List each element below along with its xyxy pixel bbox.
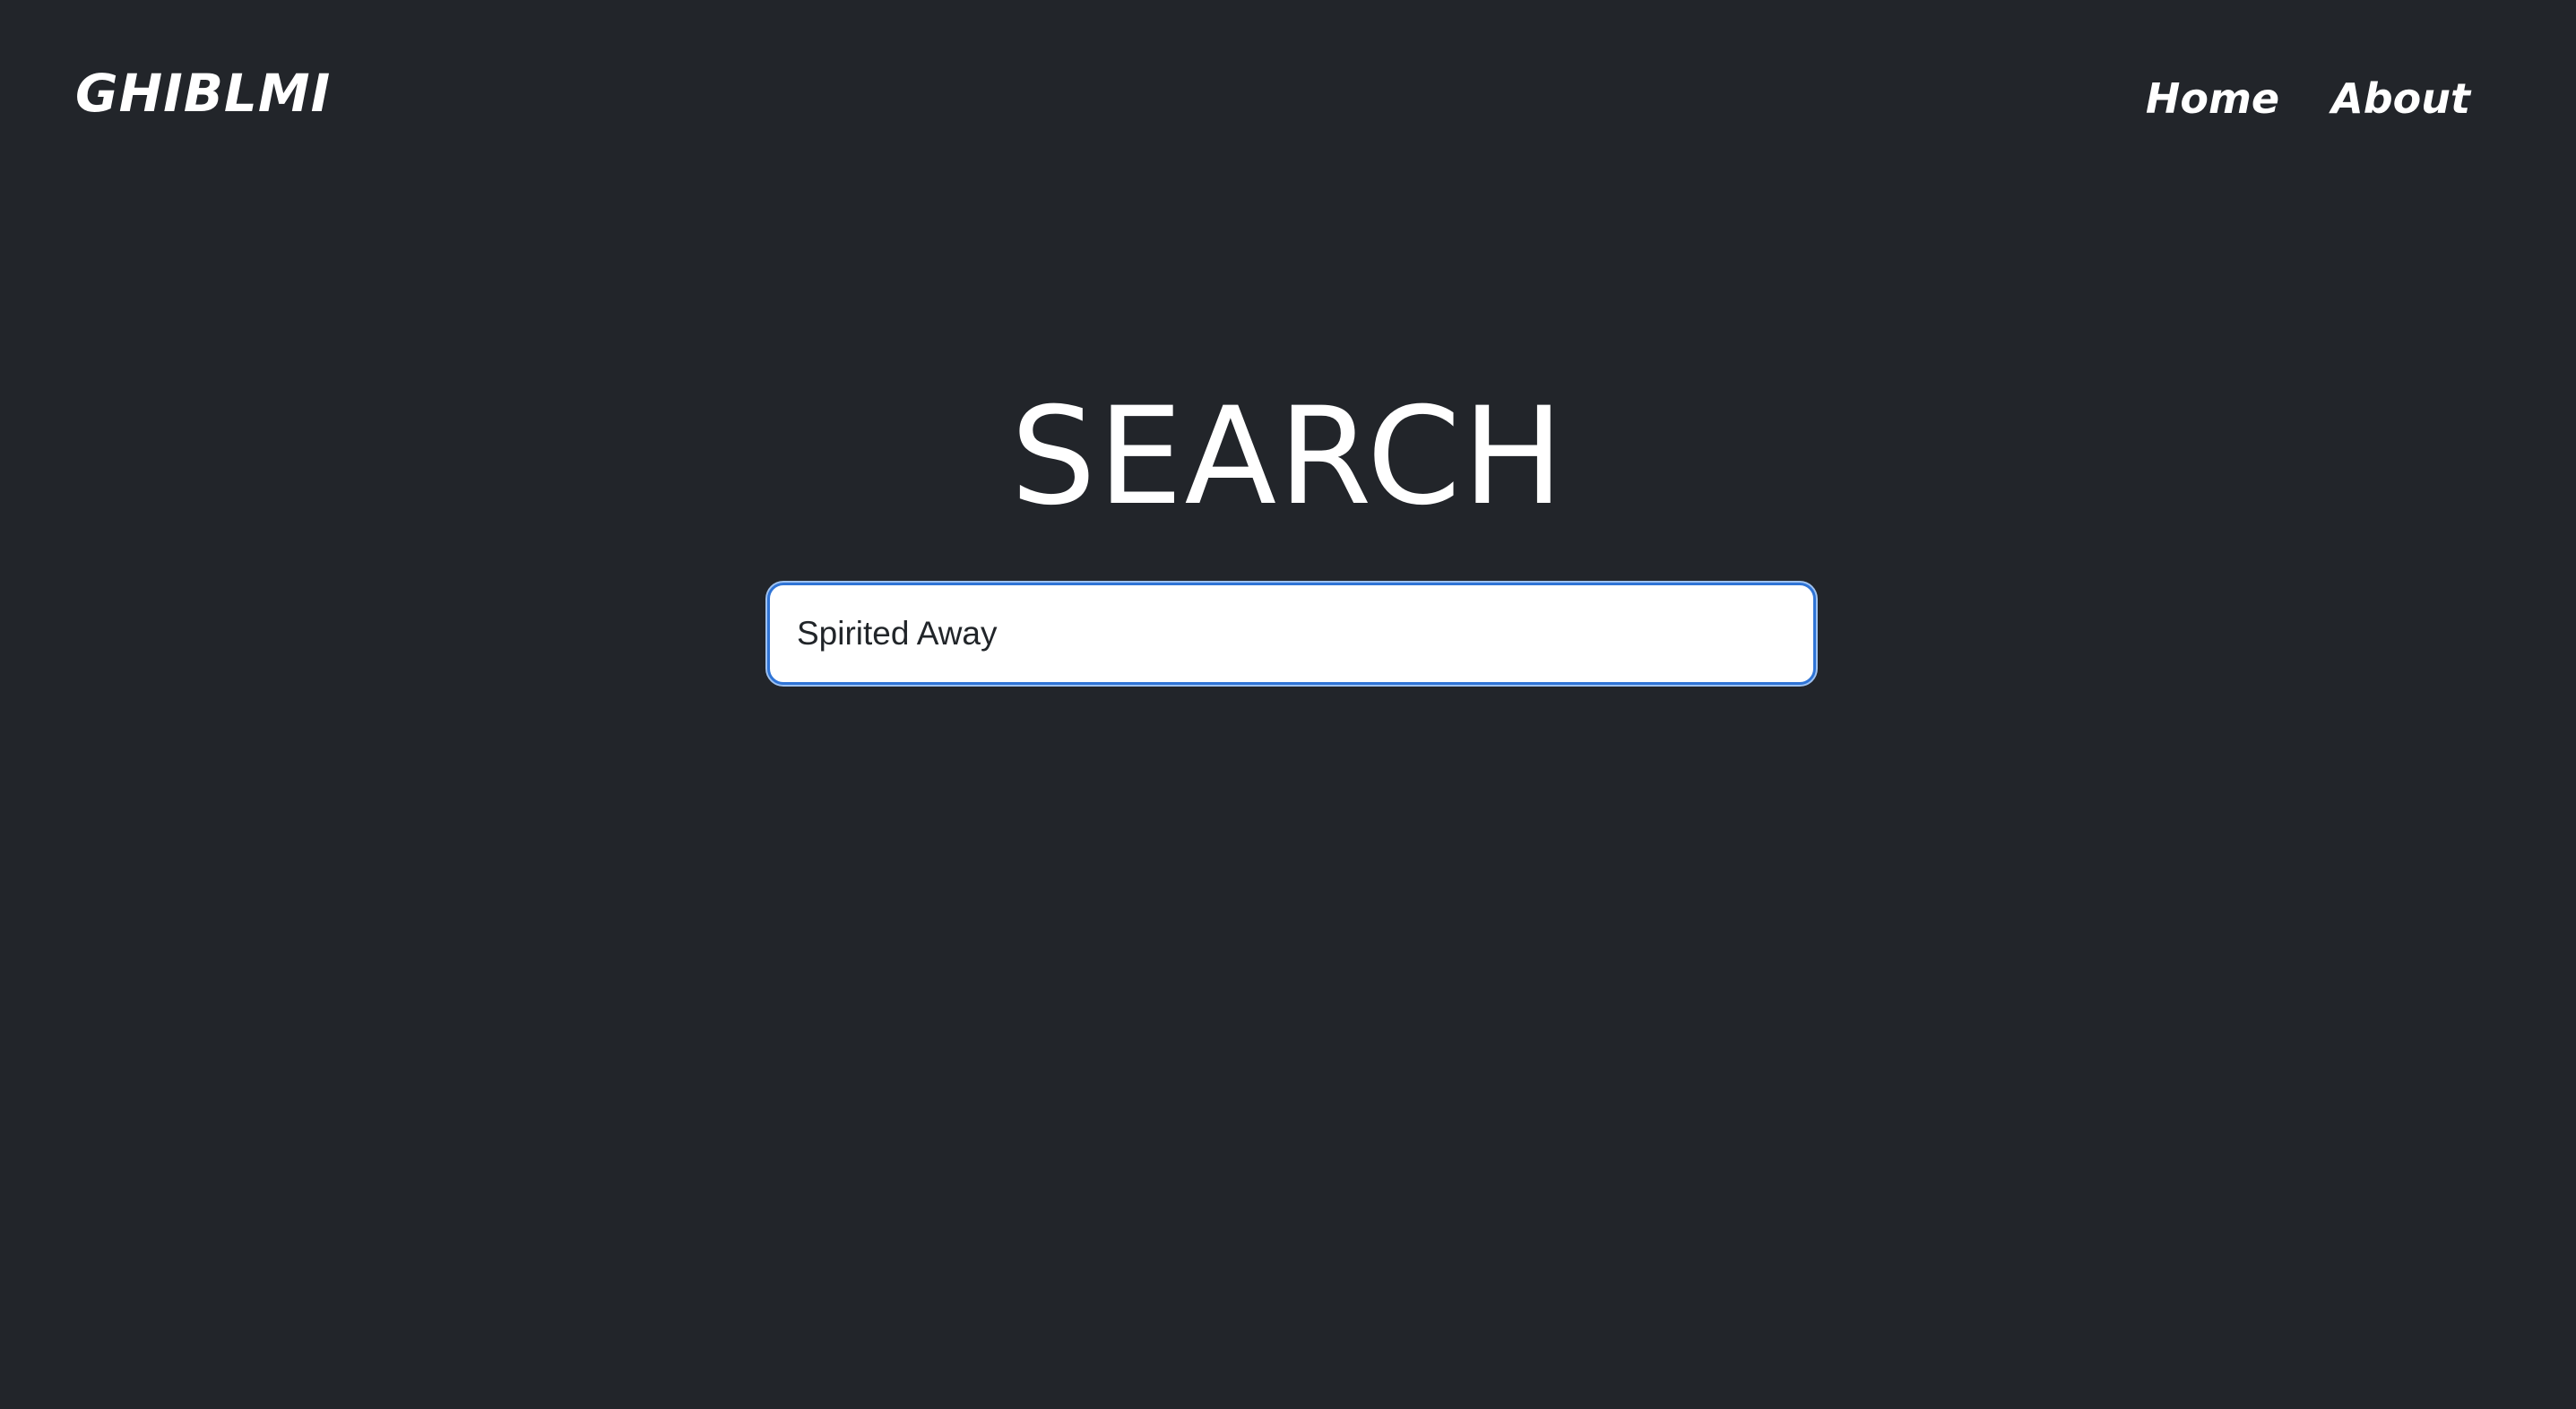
navbar: GHIBLMI Home About (0, 0, 2576, 188)
search-section: SEARCH (0, 376, 2576, 685)
nav-link-home[interactable]: Home (2146, 72, 2279, 125)
search-input-container (767, 583, 1816, 685)
nav-link-about[interactable]: About (2331, 72, 2470, 125)
page-title: SEARCH (1010, 379, 1566, 535)
brand-logo[interactable]: GHIBLMI (75, 65, 331, 122)
search-input[interactable] (770, 585, 1813, 682)
nav-links: Home About (2146, 72, 2470, 125)
